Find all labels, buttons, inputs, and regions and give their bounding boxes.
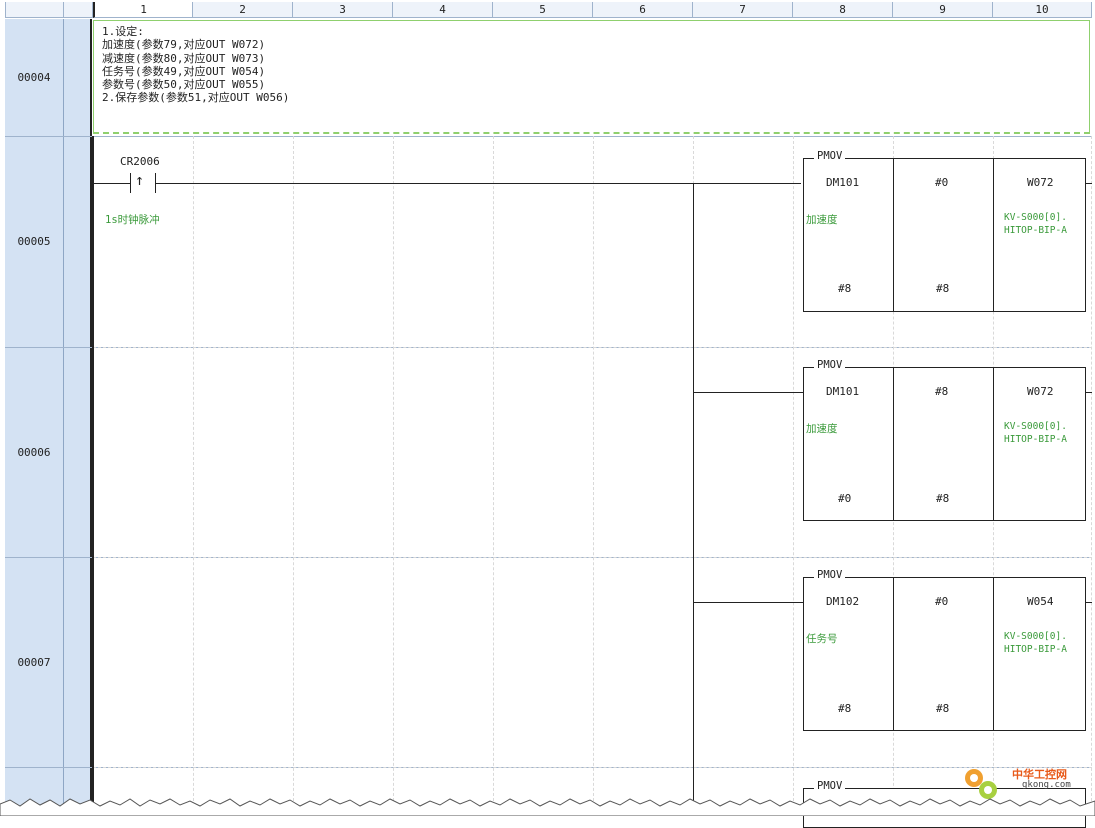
function-name: PMOV (814, 569, 846, 581)
watermark-url: gkong.com (1022, 780, 1071, 790)
grid-line (93, 767, 1092, 768)
column-header-5[interactable]: 5 (493, 2, 593, 18)
operand-middle[interactable]: #8 (935, 385, 948, 398)
operand-destination-comment: HITOP-BIP-A (1004, 434, 1067, 445)
row-marker-00007 (64, 557, 92, 767)
operand-middle[interactable]: #0 (935, 176, 948, 189)
column-header-6[interactable]: 6 (593, 2, 693, 18)
rung-wire (1086, 392, 1092, 393)
torn-edge (0, 798, 1095, 816)
grid-line (93, 557, 1092, 558)
grid-line (293, 136, 294, 816)
block-divider (993, 158, 994, 312)
comment-line: 2.保存参数(参数51,对应OUT W056) (102, 91, 290, 105)
row-marker-00005 (64, 136, 92, 347)
row-separator (5, 136, 1092, 137)
comment-line: 1.设定: (102, 25, 144, 38)
operand-source[interactable]: DM102 (826, 595, 859, 608)
block-divider (893, 367, 894, 521)
rung-comment[interactable]: 1.设定: 加速度(参数79,对应OUT W072) 减速度(参数80,对应OU… (93, 20, 1090, 134)
rising-edge-contact-icon[interactable]: ↑ (135, 171, 144, 189)
branch-wire (693, 183, 694, 816)
column-header-3[interactable]: 3 (293, 2, 393, 18)
operand-n1[interactable]: #8 (838, 702, 851, 715)
grid-line (93, 347, 1092, 348)
operand-source[interactable]: DM101 (826, 176, 859, 189)
operand-destination[interactable]: W054 (1027, 595, 1054, 608)
contact-left-bar (130, 173, 131, 193)
operand-middle[interactable]: #0 (935, 595, 948, 608)
rung-wire (693, 392, 803, 393)
operand-n1[interactable]: #8 (838, 282, 851, 295)
function-name: PMOV (814, 150, 846, 162)
rung-wire (94, 183, 130, 184)
grid-line (1091, 136, 1092, 816)
operand-n2[interactable]: #8 (936, 492, 949, 505)
row-number-00006[interactable]: 00006 (5, 347, 64, 557)
operand-source[interactable]: DM101 (826, 385, 859, 398)
block-divider (993, 577, 994, 731)
row-number-00004[interactable]: 00004 (5, 19, 64, 136)
column-header-9[interactable]: 9 (893, 2, 993, 18)
block-divider (993, 367, 994, 521)
grid-line (493, 136, 494, 816)
rung-wire (1086, 602, 1092, 603)
contact-comment: 1s时钟脉冲 (105, 214, 160, 226)
operand-destination[interactable]: W072 (1027, 385, 1054, 398)
comment-line: 任务号(参数49,对应OUT W054) (102, 64, 266, 78)
header-corner (5, 2, 64, 18)
row-marker-00006 (64, 347, 92, 557)
operand-destination-comment: KV-S000[0]. (1004, 212, 1067, 223)
comment-line: 参数号(参数50,对应OUT W055) (102, 78, 266, 92)
row-number-00007[interactable]: 00007 (5, 557, 64, 767)
function-name: PMOV (814, 359, 846, 371)
grid-line (593, 136, 594, 816)
operand-destination-comment: HITOP-BIP-A (1004, 644, 1067, 655)
column-header-4[interactable]: 4 (393, 2, 493, 18)
function-name: PMOV (814, 780, 846, 792)
block-divider (893, 577, 894, 731)
left-power-rail (92, 136, 94, 816)
operand-destination-comment: KV-S000[0]. (1004, 421, 1067, 432)
grid-line (193, 136, 194, 816)
rung-wire (1086, 183, 1092, 184)
operand-source-comment: 加速度 (806, 423, 838, 435)
operand-destination-comment: KV-S000[0]. (1004, 631, 1067, 642)
operand-n2[interactable]: #8 (936, 702, 949, 715)
row-number-00005[interactable]: 00005 (5, 136, 64, 347)
row-marker-00004 (64, 19, 92, 136)
block-divider (893, 158, 894, 312)
rung-wire (156, 183, 801, 184)
operand-destination-comment: HITOP-BIP-A (1004, 225, 1067, 236)
column-header-10[interactable]: 10 (993, 2, 1092, 18)
operand-n1[interactable]: #0 (838, 492, 851, 505)
column-header-7[interactable]: 7 (693, 2, 793, 18)
grid-line (793, 136, 794, 816)
operand-n2[interactable]: #8 (936, 282, 949, 295)
rung-wire (693, 602, 803, 603)
operand-destination[interactable]: W072 (1027, 176, 1054, 189)
contact-device-name: CR2006 (120, 155, 160, 168)
column-header-1[interactable]: 1 (93, 2, 193, 18)
column-header-8[interactable]: 8 (793, 2, 893, 18)
operand-source-comment: 加速度 (806, 214, 838, 226)
column-header-2[interactable]: 2 (193, 2, 293, 18)
grid-line (393, 136, 394, 816)
comment-line: 加速度(参数79,对应OUT W072) (102, 38, 266, 52)
header-corner-2 (64, 2, 93, 18)
comment-line: 减速度(参数80,对应OUT W073) (102, 51, 266, 65)
operand-source-comment: 任务号 (806, 633, 838, 645)
